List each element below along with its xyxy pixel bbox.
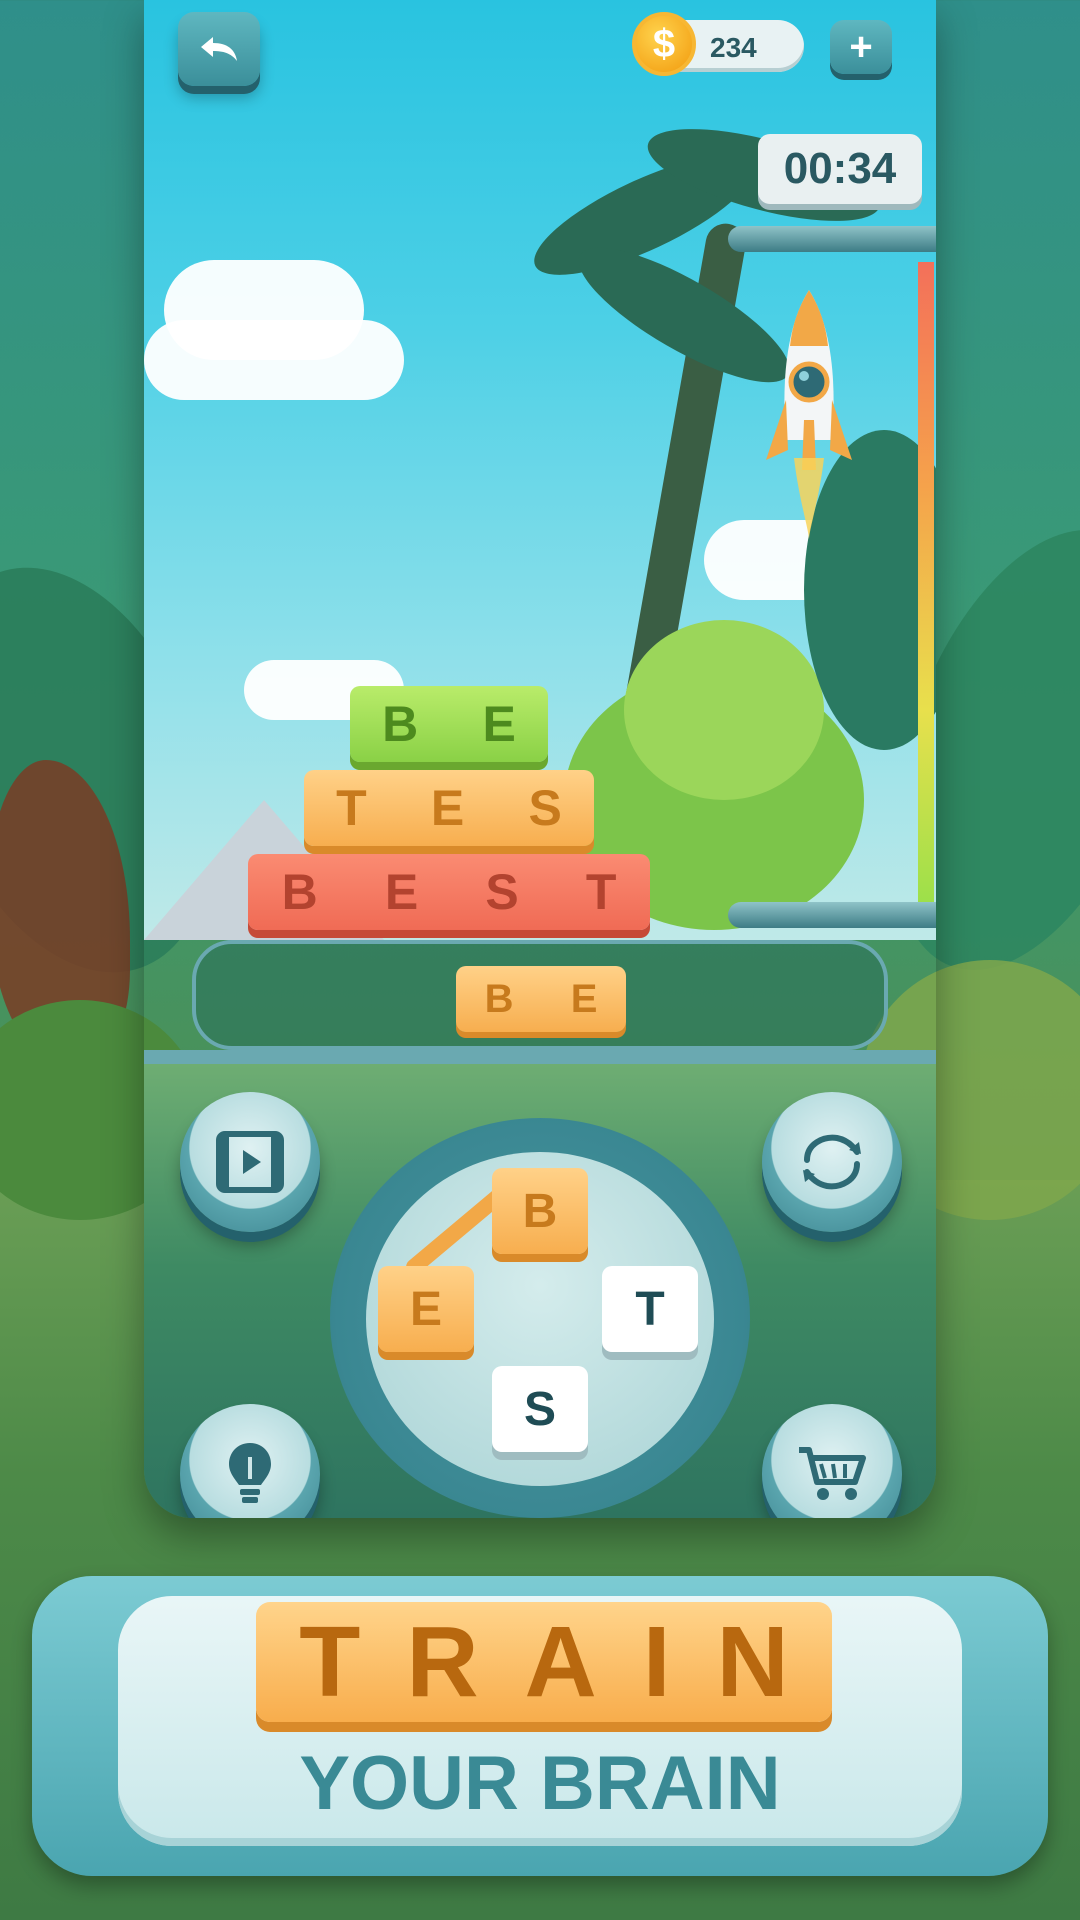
coin-count: 234 bbox=[710, 32, 757, 63]
headline-text: TRAIN bbox=[299, 1605, 835, 1718]
timer: 00:34 bbox=[758, 134, 922, 204]
add-coins-button[interactable]: + bbox=[830, 20, 892, 74]
back-button[interactable] bbox=[178, 12, 260, 86]
letter-tile-b[interactable]: B bbox=[492, 1168, 588, 1254]
tree-foliage bbox=[624, 620, 824, 800]
progress-bar bbox=[918, 262, 934, 902]
solved-letter: S bbox=[485, 864, 519, 920]
letter-tile-e[interactable]: E bbox=[378, 1266, 474, 1352]
rocket-icon bbox=[766, 290, 852, 540]
solved-letter: S bbox=[528, 780, 562, 836]
solved-letter: E bbox=[430, 780, 465, 836]
subline-text: YOUR BRAIN bbox=[299, 1741, 781, 1826]
current-letter: B bbox=[484, 976, 514, 1021]
headline-plate: TRAIN bbox=[256, 1602, 832, 1722]
cart-icon bbox=[799, 1447, 866, 1500]
solved-word-be: B E bbox=[350, 686, 548, 762]
solved-letter: B bbox=[382, 696, 419, 752]
solved-word-tes: T E S bbox=[304, 770, 594, 846]
lower-band bbox=[144, 1050, 936, 1064]
solved-letter: T bbox=[336, 780, 367, 836]
solved-letter: B bbox=[281, 864, 318, 920]
current-word: B E bbox=[456, 966, 626, 1032]
back-arrow-icon bbox=[201, 37, 237, 61]
shuffle-icon bbox=[803, 1134, 861, 1190]
letter-tile-s[interactable]: S bbox=[492, 1366, 588, 1452]
solved-letter: E bbox=[384, 864, 419, 920]
progress-rail-top bbox=[728, 226, 936, 252]
solved-letter: T bbox=[585, 864, 617, 920]
solved-word-best: B E S T bbox=[248, 854, 650, 930]
cloud bbox=[144, 320, 404, 400]
lightbulb-icon bbox=[229, 1443, 271, 1503]
video-icon bbox=[216, 1131, 284, 1193]
letter-tile-t[interactable]: T bbox=[602, 1266, 698, 1352]
shuffle-button[interactable] bbox=[762, 1092, 902, 1232]
current-letter: E bbox=[570, 976, 598, 1021]
coin-icon: $ bbox=[632, 12, 696, 76]
watch-video-button[interactable] bbox=[180, 1092, 320, 1232]
progress-rail-bottom bbox=[728, 902, 936, 928]
game-screen: 234 $ + 00:34 B E T E S B E S T B E B E … bbox=[144, 0, 936, 1518]
solved-letter: E bbox=[482, 696, 516, 752]
